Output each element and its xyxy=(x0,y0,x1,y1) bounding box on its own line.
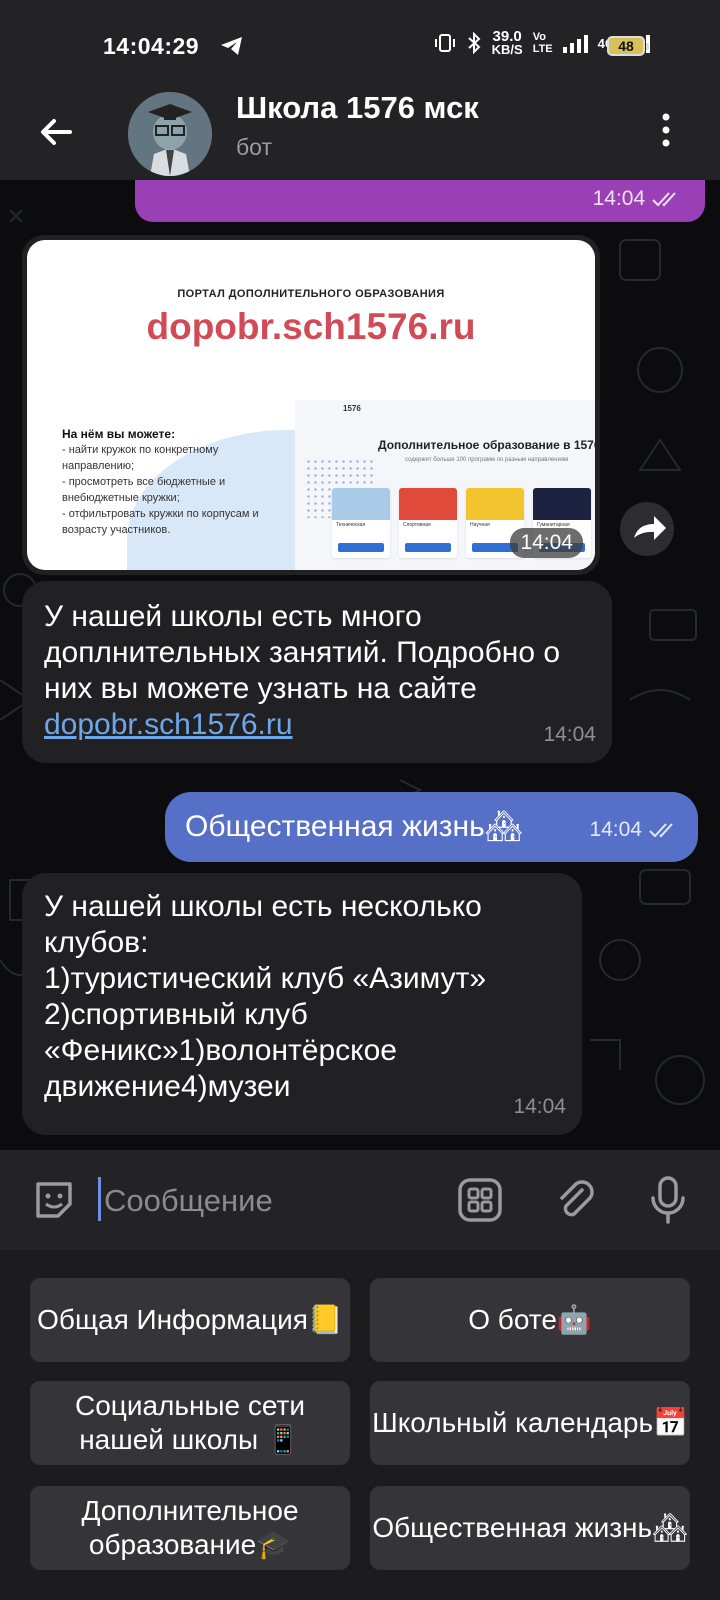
message-time: 14:04 xyxy=(543,723,596,746)
message-line: 1)туристический клуб «Азимут» xyxy=(44,962,487,995)
list-item: - отфильтровать кружки по корпусам и воз… xyxy=(62,508,259,536)
portal-feature-list: На нём вы можете: - найти кружок по конк… xyxy=(62,426,292,538)
bot-keyboard: Общая Информация📒 О боте🤖 Социальные сет… xyxy=(0,1250,720,1600)
double-check-icon xyxy=(649,823,673,838)
site-title: Дополнительное образование в 1576 xyxy=(378,438,595,452)
list-item: - найти кружок по конкретному направлени… xyxy=(62,444,219,472)
avatar[interactable] xyxy=(128,92,212,176)
chat-subtitle: бот xyxy=(236,134,272,160)
portal-photo[interactable]: ПОРТАЛ ДОПОЛНИТЕЛЬНОГО ОБРАЗОВАНИЯ dopob… xyxy=(27,240,595,570)
bot-keyboard-icon[interactable] xyxy=(456,1176,504,1224)
chat-header: Школа 1576 мск бот xyxy=(0,90,720,180)
bluetooth-icon xyxy=(466,31,482,55)
more-options-icon[interactable] xyxy=(662,112,670,148)
portal-heading: ПОРТАЛ ДОПОЛНИТЕЛЬНОГО ОБРАЗОВАНИЯ xyxy=(177,288,445,300)
site-logo: 1576 xyxy=(343,404,361,413)
site-card: Спортивная xyxy=(399,488,457,558)
portal-url: dopobr.sch1576.ru xyxy=(146,306,476,347)
keyboard-button-school-calendar[interactable]: Школьный календарь📅 xyxy=(370,1381,690,1465)
vibrate-icon xyxy=(434,32,456,54)
telegram-icon xyxy=(220,35,244,57)
message-meta: 14:04 xyxy=(593,187,681,211)
keyboard-button-additional-education[interactable]: Дополнительное образование🎓 xyxy=(30,1486,350,1570)
message-time: 14:04 xyxy=(592,187,646,210)
message-line: «Феникс»1)волонтёрское xyxy=(44,1034,397,1067)
message-input-bar: Сообщение xyxy=(0,1150,720,1250)
keyboard-button-general-info[interactable]: Общая Информация📒 xyxy=(30,1278,350,1362)
volte-indicator: Vo LTE xyxy=(532,31,553,55)
outgoing-message[interactable]: Общественная жизнь🏘 14:04 xyxy=(165,792,698,862)
share-button[interactable] xyxy=(620,502,674,556)
message-line: движение4)музеи xyxy=(44,1070,291,1103)
message-link[interactable]: dopobr.sch1576.ru xyxy=(44,708,293,741)
site-card: Техническая xyxy=(332,488,390,558)
microphone-icon[interactable] xyxy=(648,1174,688,1226)
message-text: У нашей школы есть много доплнительных з… xyxy=(44,600,561,705)
status-bar: 14:04:29 39.0 KB/S Vo LTE 4G 48 xyxy=(0,0,720,90)
message-time: 14:04 xyxy=(513,1095,566,1118)
net-speed: 39.0 KB/S xyxy=(491,28,523,57)
photo-time: 14:04 xyxy=(510,528,583,558)
message-meta: 14:04 xyxy=(589,818,678,842)
message-time: 14:04 xyxy=(589,818,642,841)
keyboard-button-social-networks[interactable]: Социальные сети нашей школы 📱 xyxy=(30,1381,350,1465)
message-line: У нашей школы есть несколько xyxy=(44,890,482,923)
keyboard-button-public-life[interactable]: Общественная жизнь🏘 xyxy=(370,1486,690,1570)
message-input[interactable]: Сообщение xyxy=(104,1183,273,1219)
list-title: На нём вы можете: xyxy=(62,427,176,441)
status-time: 14:04:29 xyxy=(103,33,200,59)
incoming-message[interactable]: У нашей школы есть несколько клубов: 1)т… xyxy=(22,873,582,1135)
battery-icon: 48 xyxy=(607,36,649,56)
attach-icon[interactable] xyxy=(552,1176,600,1224)
site-subtitle: содержит больше 100 программ по разным н… xyxy=(405,457,569,463)
message-line: 2)спортивный клуб xyxy=(44,998,308,1031)
text-cursor xyxy=(98,1177,101,1221)
list-item: - просмотреть все бюджетные и внебюджетн… xyxy=(62,476,226,504)
outgoing-message[interactable]: 14:04 xyxy=(135,180,705,222)
photo-message[interactable]: ПОРТАЛ ДОПОЛНИТЕЛЬНОГО ОБРАЗОВАНИЯ dopob… xyxy=(22,235,600,575)
share-arrow-icon xyxy=(634,516,666,540)
incoming-message[interactable]: У нашей школы есть много доплнительных з… xyxy=(22,581,612,763)
signal-icon xyxy=(562,33,588,53)
keyboard-button-about-bot[interactable]: О боте🤖 xyxy=(370,1278,690,1362)
back-arrow-icon[interactable] xyxy=(36,112,76,152)
sticker-icon[interactable] xyxy=(30,1176,78,1224)
chat-area[interactable]: 14:04 ПОРТАЛ ДОПОЛНИТЕЛЬНОГО ОБРАЗОВАНИЯ… xyxy=(0,180,720,1150)
message-text: Общественная жизнь🏘 xyxy=(185,810,523,843)
double-check-icon xyxy=(652,192,676,207)
message-line: клубов: xyxy=(44,926,149,959)
chat-title: Школа 1576 мск xyxy=(236,90,479,125)
